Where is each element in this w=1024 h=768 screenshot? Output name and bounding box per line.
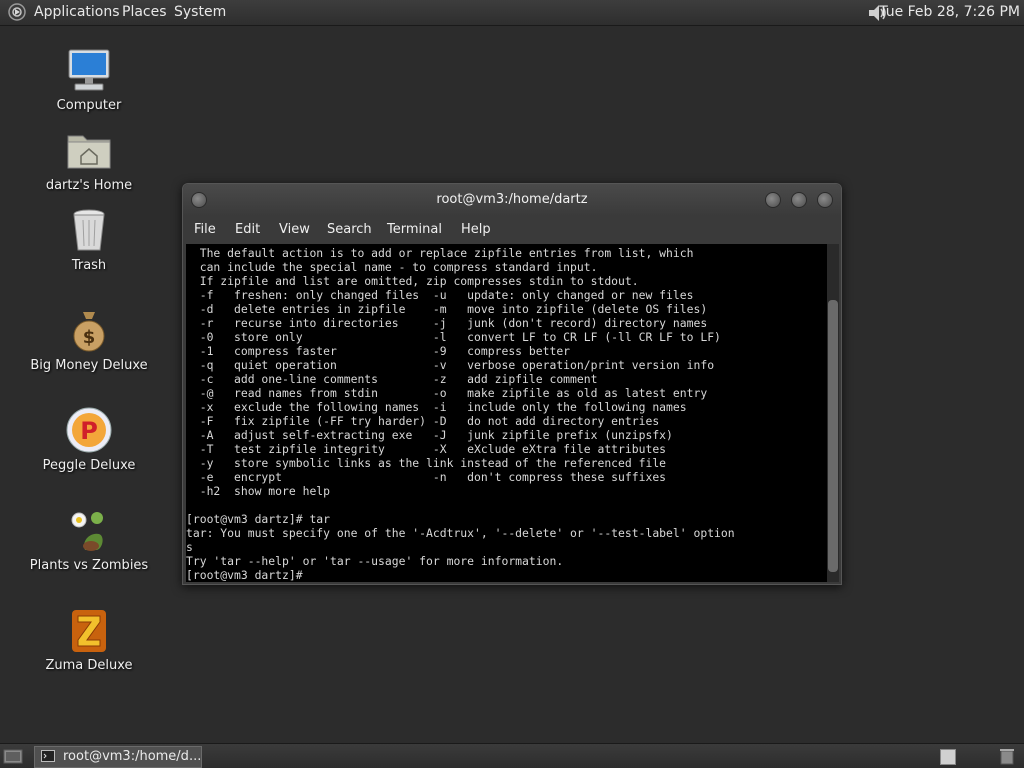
desktop-icon-label: Big Money Deluxe	[30, 358, 148, 373]
computer-icon	[68, 49, 110, 91]
terminal-text: The default action is to add or replace …	[186, 246, 735, 582]
menu-help[interactable]: Help	[461, 222, 491, 237]
terminal-menubar: File Edit View Search Terminal Help	[183, 218, 841, 242]
menu-view[interactable]: View	[279, 222, 310, 237]
menu-edit[interactable]: Edit	[235, 222, 260, 237]
terminal-titlebar[interactable]: root@vm3:/home/dartz	[183, 184, 841, 216]
desktop-icon-label: Trash	[71, 258, 107, 273]
svg-text:$: $	[83, 327, 96, 348]
trash-applet-icon[interactable]	[998, 747, 1016, 765]
desktop-icon-label: dartz's Home	[45, 178, 133, 193]
zuma-icon	[72, 610, 106, 652]
system-menu[interactable]: System	[174, 4, 226, 20]
desktop-icon-home[interactable]: dartz's Home	[19, 126, 159, 193]
desktop-screen: Applications Places System Tue Feb 28, 7…	[0, 0, 1024, 768]
terminal-icon	[41, 750, 55, 762]
svg-text:P: P	[80, 417, 98, 445]
show-desktop-icon[interactable]	[3, 747, 23, 765]
minimize-icon[interactable]	[765, 192, 781, 208]
menu-search[interactable]: Search	[327, 222, 372, 237]
desktop-icon-computer[interactable]: Computer	[19, 46, 159, 113]
desktop-icon-label: Computer	[56, 98, 122, 113]
desktop-icon-label: Plants vs Zombies	[29, 558, 149, 573]
places-menu[interactable]: Places	[122, 4, 167, 20]
window-menu-icon[interactable]	[191, 192, 207, 208]
applications-menu[interactable]: Applications	[34, 4, 120, 20]
clock[interactable]: Tue Feb 28, 7:26 PM	[879, 4, 1020, 20]
taskbar-terminal-label: root@vm3:/home/d...	[63, 749, 202, 764]
terminal-window: root@vm3:/home/dartz File Edit View Sear…	[182, 183, 842, 585]
terminal-title: root@vm3:/home/dartz	[436, 192, 588, 207]
menu-file[interactable]: File	[194, 222, 216, 237]
desktop-icon-label: Peggle Deluxe	[42, 458, 136, 473]
applications-logo-icon[interactable]	[8, 3, 26, 21]
maximize-icon[interactable]	[791, 192, 807, 208]
desktop-icon-plants-vs-zombies[interactable]: Plants vs Zombies	[19, 506, 159, 573]
taskbar-terminal-button[interactable]: root@vm3:/home/d...	[34, 746, 202, 768]
close-icon[interactable]	[817, 192, 833, 208]
top-panel: Applications Places System Tue Feb 28, 7…	[0, 0, 1024, 26]
desktop-icon-zuma[interactable]: Zuma Deluxe	[19, 606, 159, 673]
desktop-icon-peggle[interactable]: P Peggle Deluxe	[19, 406, 159, 473]
menu-terminal[interactable]: Terminal	[387, 222, 442, 237]
money-bag-icon: $	[73, 312, 105, 352]
terminal-scrollbar[interactable]	[827, 244, 839, 582]
scrollbar-thumb[interactable]	[828, 300, 838, 572]
home-folder-icon	[67, 135, 111, 169]
bottom-panel: root@vm3:/home/d...	[0, 743, 1024, 768]
terminal-output[interactable]: The default action is to add or replace …	[186, 244, 827, 582]
peggle-icon: P	[66, 407, 112, 453]
desktop-icon-trash[interactable]: Trash	[19, 206, 159, 273]
trash-icon	[73, 209, 105, 251]
plants-vs-zombies-icon	[71, 512, 103, 551]
desktop-icon-label: Zuma Deluxe	[45, 658, 133, 673]
desktop-icon-big-money[interactable]: $ Big Money Deluxe	[19, 306, 159, 373]
workspace-switcher[interactable]	[940, 749, 956, 765]
